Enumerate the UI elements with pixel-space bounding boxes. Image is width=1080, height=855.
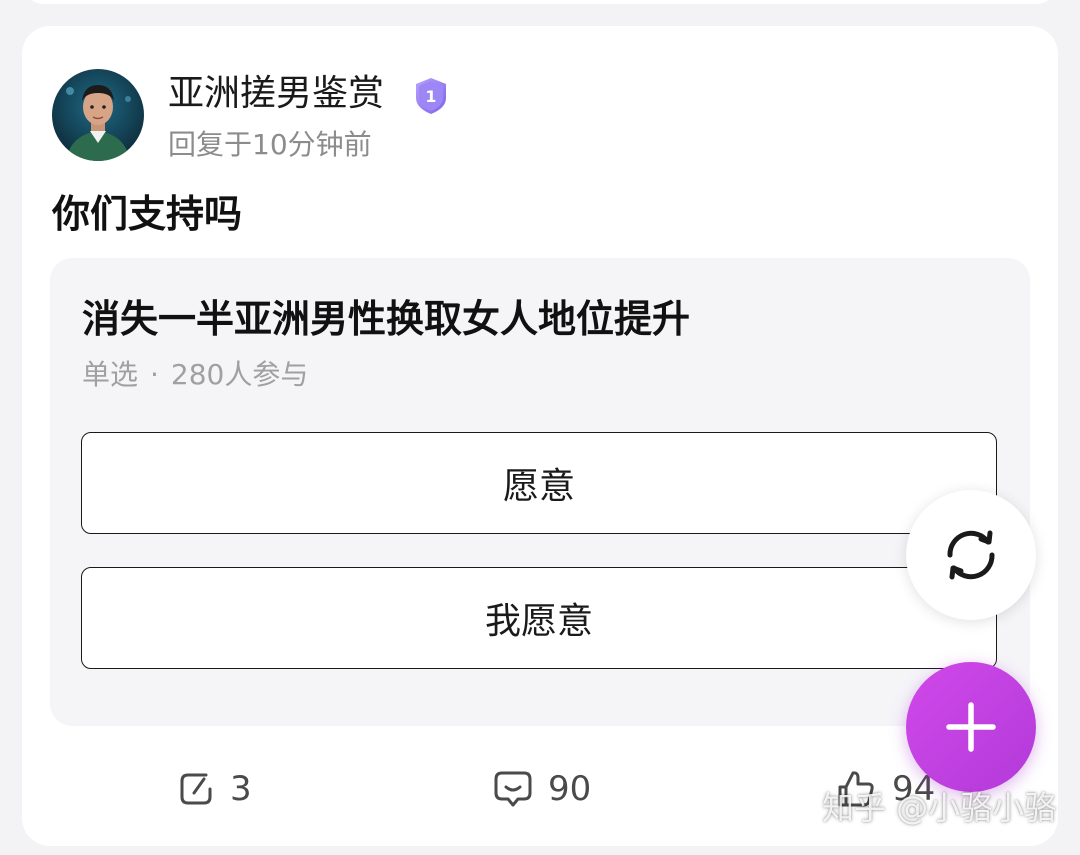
reply-time: 回复于10分钟前 [168,128,372,161]
avatar[interactable] [52,69,144,161]
comment-icon [494,771,532,807]
refresh-icon [947,530,995,580]
repost-button[interactable]: 3 [176,761,252,817]
avatar-photo [52,69,144,161]
poll-meta-separator: · [150,358,159,391]
level-badge-icon: 1 [412,76,450,116]
add-button[interactable] [906,662,1036,792]
poll-option-label: 我愿意 [484,601,593,642]
previous-card-edge [22,0,1058,4]
comment-card: 亚洲搓男鉴赏 1 回复于10分钟前 你们支持吗 消失一半亚洲男性换取女人地位提升… [22,26,1058,846]
comment-count: 90 [548,769,592,809]
refresh-button[interactable] [906,490,1036,620]
poll-option-2[interactable]: 我愿意 [81,567,997,669]
poll-card: 消失一半亚洲男性换取女人地位提升 单选 · 280人参与 愿意 我愿意 [50,258,1030,726]
post-text: 你们支持吗 [52,192,243,236]
poll-option-1[interactable]: 愿意 [81,432,997,534]
poll-participants: 280人参与 [170,358,309,391]
poll-type: 单选 [82,358,139,391]
poll-meta: 单选 · 280人参与 [82,358,308,392]
badge-level-text: 1 [425,87,436,106]
author-name[interactable]: 亚洲搓男鉴赏 [168,72,384,116]
repost-icon [180,773,212,805]
poll-option-label: 愿意 [502,466,575,507]
comment-button[interactable]: 90 [492,761,591,817]
plus-icon [946,702,996,752]
watermark: 知乎 @小骆小骆 [822,789,1057,827]
repost-count: 3 [230,769,252,809]
poll-title: 消失一半亚洲男性换取女人地位提升 [82,297,691,341]
